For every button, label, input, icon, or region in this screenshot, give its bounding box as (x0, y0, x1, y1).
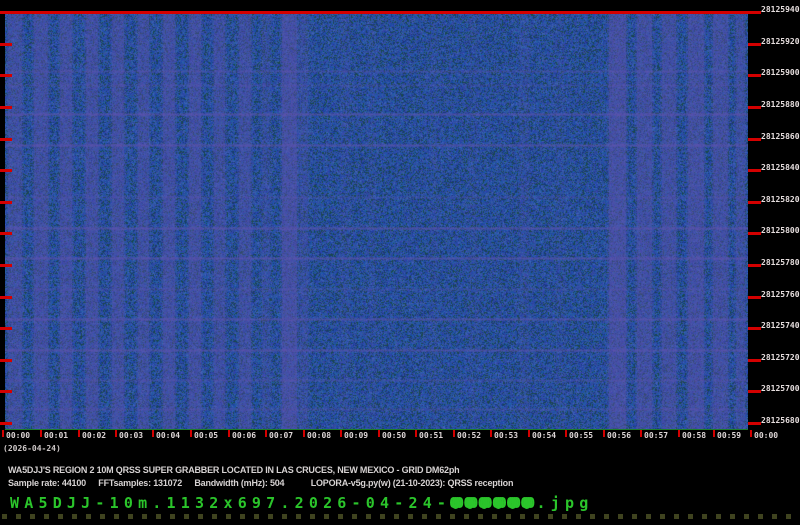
filename-extension: .jpg (536, 494, 594, 512)
spectrogram-canvas (5, 14, 748, 429)
frequency-tick-right (748, 138, 761, 141)
frequency-tick-right (748, 106, 761, 109)
time-tick-label: 00:57 (644, 431, 669, 440)
time-tick-label: 00:02 (82, 431, 107, 440)
time-tick (228, 430, 230, 437)
frequency-tick-right (748, 201, 761, 204)
frequency-tick-label: 28125740 (761, 321, 800, 330)
band-edge-marker-line (0, 11, 760, 14)
filename-text: WA5DJJ-10m.1132x697.2026-04-24-000000.jp… (10, 494, 593, 512)
time-tick-label: 00:58 (682, 431, 707, 440)
time-tick (378, 430, 380, 437)
time-tick-label: 00:00 (6, 431, 31, 440)
frequency-tick-right (748, 43, 761, 46)
settings-info-line: Sample rate: 44100 FFTsamples: 131072 Ba… (8, 478, 513, 488)
time-tick-label: 00:54 (532, 431, 557, 440)
bandwidth-text: Bandwidth (mHz): 504 (194, 478, 285, 488)
time-tick (490, 430, 492, 437)
time-tick (152, 430, 154, 437)
time-tick (340, 430, 342, 437)
filename-prefix: WA5DJJ-10m.1132x697.2026-04-24- (10, 494, 452, 512)
frequency-tick-left (0, 43, 12, 46)
frequency-tick-left (0, 74, 12, 77)
time-tick-label: 00:03 (119, 431, 144, 440)
frequency-tick-right (748, 264, 761, 267)
time-tick (303, 430, 305, 437)
time-tick-label: 00:09 (344, 431, 369, 440)
frequency-tick-label: 28125920 (761, 37, 800, 46)
frequency-tick-label: 28125880 (761, 100, 800, 109)
frequency-tick-label: 28125820 (761, 195, 800, 204)
time-tick-label: 00:05 (194, 431, 219, 440)
frequency-tick-right (748, 422, 761, 425)
frequency-tick-left (0, 296, 12, 299)
dashed-separator-row (2, 514, 798, 519)
time-tick (115, 430, 117, 437)
grabber-screenshot: 28125940 28125920 28125900 28125880 28125860… (0, 0, 800, 525)
time-tick (453, 430, 455, 437)
fft-samples-text: FFTsamples: 131072 (98, 478, 183, 488)
frequency-tick-label: 28125940 (761, 5, 800, 14)
time-tick-label: 00:55 (569, 431, 594, 440)
time-tick (265, 430, 267, 437)
time-tick (713, 430, 715, 437)
time-tick-label: 00:07 (269, 431, 294, 440)
time-tick (2, 430, 4, 437)
sample-rate-text: Sample rate: 44100 (8, 478, 86, 488)
frequency-tick-label: 28125700 (761, 384, 800, 393)
frequency-tick-left (0, 169, 12, 172)
time-tick (565, 430, 567, 437)
frequency-tick-left (0, 359, 12, 362)
frequency-tick-label: 28125860 (761, 132, 800, 141)
frequency-tick-right (748, 232, 761, 235)
frequency-tick-right (748, 327, 761, 330)
date-annotation: (2026-04-24) (3, 444, 61, 453)
frequency-tick-left (0, 327, 12, 330)
time-tick-label: 00:53 (494, 431, 519, 440)
frequency-tick-left (0, 264, 12, 267)
time-tick (750, 430, 752, 437)
time-tick (640, 430, 642, 437)
frequency-tick-right (748, 359, 761, 362)
frequency-tick-left (0, 201, 12, 204)
frequency-tick-right (748, 296, 761, 299)
time-tick (78, 430, 80, 437)
time-tick (40, 430, 42, 437)
frequency-tick-left (0, 138, 12, 141)
frequency-tick-label: 28125840 (761, 163, 800, 172)
frequency-tick-left (0, 232, 12, 235)
time-tick (678, 430, 680, 437)
time-tick-label: 00:52 (457, 431, 482, 440)
frequency-tick-label: 28125760 (761, 290, 800, 299)
frequency-tick-label: 28125900 (761, 68, 800, 77)
time-tick-label: 00:50 (382, 431, 407, 440)
frequency-tick-label: 28125800 (761, 226, 800, 235)
time-tick-label: 00:06 (232, 431, 257, 440)
time-tick (528, 430, 530, 437)
time-tick-label: 00:08 (307, 431, 332, 440)
frequency-tick-left (0, 106, 12, 109)
frequency-tick-left (0, 422, 12, 425)
time-tick-label: 00:04 (156, 431, 181, 440)
time-tick-label: 00:56 (607, 431, 632, 440)
frequency-tick-label: 28125720 (761, 353, 800, 362)
frequency-tick-right (748, 390, 761, 393)
frequency-tick-left (0, 11, 12, 14)
time-tick (603, 430, 605, 437)
frequency-tick-right (748, 74, 761, 77)
frequency-tick-right (748, 11, 761, 14)
frequency-tick-right (748, 169, 761, 172)
frequency-tick-label: 28125680 (761, 416, 800, 425)
filename-timestamp: 000000 (451, 494, 537, 512)
station-info-line: WA5DJJ'S REGION 2 10M QRSS SUPER GRABBER… (8, 465, 460, 475)
frequency-tick-left (0, 390, 12, 393)
time-tick-label: 00:59 (717, 431, 742, 440)
time-tick (190, 430, 192, 437)
software-version-text: LOPORA-v5g.py(w) (21-10-2023): QRSS rece… (310, 478, 514, 488)
frequency-tick-label: 28125780 (761, 258, 800, 267)
time-tick (415, 430, 417, 437)
time-tick-label: 00:00 (754, 431, 779, 440)
time-tick-label: 00:51 (419, 431, 444, 440)
time-tick-label: 00:01 (44, 431, 69, 440)
